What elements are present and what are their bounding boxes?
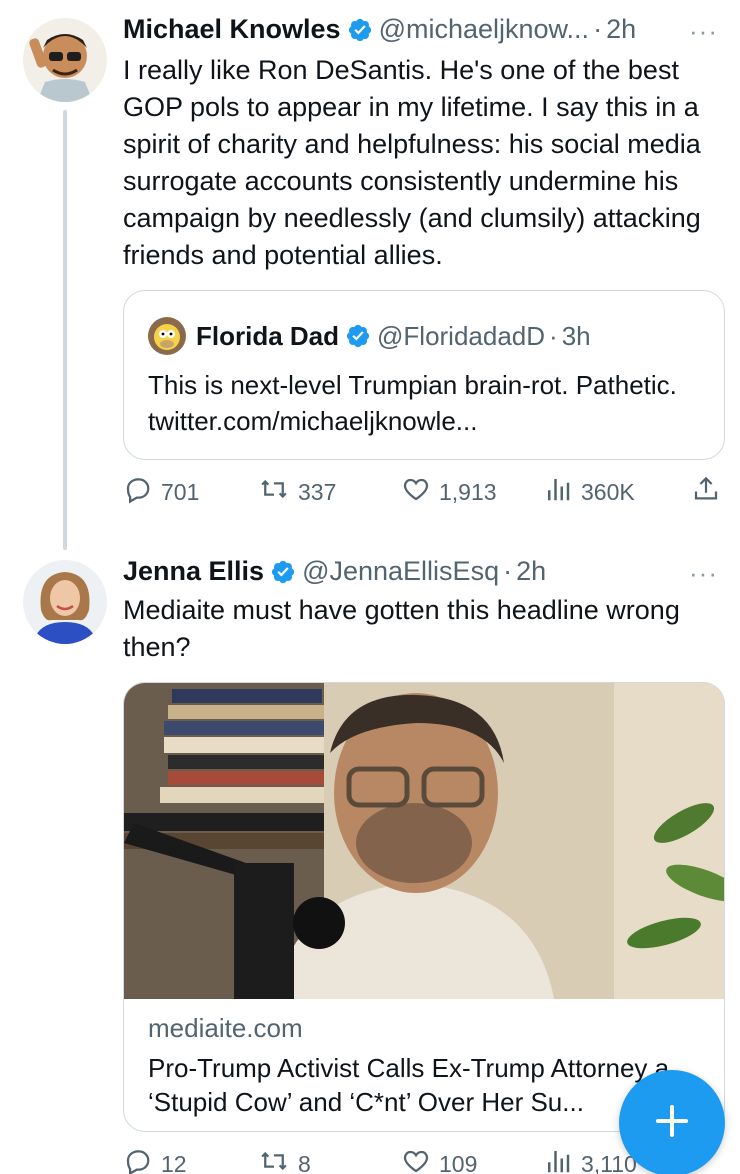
link-card[interactable]: mediaite.com Pro-Trump Activist Calls Ex…	[123, 682, 725, 1132]
reply-count: 12	[161, 1150, 187, 1174]
retweet-icon	[258, 1146, 298, 1174]
tweet-text: I really like Ron DeSantis. He's one of …	[123, 55, 701, 270]
heart-icon	[401, 474, 439, 510]
retweet-count: 8	[298, 1150, 311, 1174]
verified-badge-icon	[347, 17, 373, 43]
tweet-actions: 701 337 1,913 360K	[123, 472, 723, 512]
tweet-header: Michael Knowles @michaeljknow... · 2h	[123, 14, 636, 45]
link-card-domain: mediaite.com	[148, 1013, 303, 1043]
tweet-jenna-ellis[interactable]: Jenna Ellis @JennaEllisEsq · 2h ··· Medi…	[0, 546, 740, 1174]
like-count: 109	[439, 1150, 478, 1174]
reply-button[interactable]: 12	[123, 1144, 187, 1174]
views-button[interactable]: 360K	[543, 472, 635, 512]
like-count: 1,913	[439, 478, 497, 505]
quoted-tweet[interactable]: Florida Dad @FloridadadD · 3h This is ne…	[123, 290, 725, 460]
author-handle[interactable]: @JennaEllisEsq	[302, 556, 499, 587]
retweet-button[interactable]: 337	[258, 472, 336, 512]
tweet-header: Jenna Ellis @JennaEllisEsq · 2h	[123, 556, 546, 587]
verified-badge-icon	[345, 323, 371, 349]
author-handle[interactable]: @michaeljknow...	[379, 14, 590, 45]
author-name[interactable]: Michael Knowles	[123, 14, 341, 45]
author-name[interactable]: Jenna Ellis	[123, 556, 264, 587]
more-options-icon[interactable]: ···	[689, 16, 718, 47]
link-card-image	[124, 683, 724, 999]
tweet-text: Mediaite must have gotten this headline …	[123, 595, 680, 662]
reply-button[interactable]: 701	[123, 472, 199, 512]
quoted-tweet-text: This is next-level Trumpian brain-rot. P…	[148, 370, 677, 436]
reply-count: 701	[161, 478, 200, 505]
plus-icon	[652, 1101, 692, 1146]
views-button[interactable]: 3,110	[543, 1144, 637, 1174]
like-button[interactable]: 1,913	[401, 472, 497, 512]
quoted-tweet-header: Florida Dad @FloridadadD · 3h	[148, 317, 591, 355]
share-button[interactable]	[691, 472, 729, 512]
views-count: 360K	[581, 478, 635, 505]
views-chart-icon	[543, 474, 581, 510]
verified-badge-icon	[270, 559, 296, 585]
quoted-author-handle[interactable]: @FloridadadD	[377, 321, 545, 352]
share-icon	[691, 474, 729, 510]
heart-icon	[401, 1146, 439, 1174]
avatar[interactable]	[23, 18, 107, 102]
tweet-timestamp[interactable]: 2h	[606, 14, 636, 45]
tweet-timestamp[interactable]: 2h	[516, 556, 546, 587]
compose-tweet-button[interactable]	[619, 1070, 725, 1174]
more-options-icon[interactable]: ···	[689, 558, 718, 589]
reply-icon	[123, 1146, 161, 1174]
quoted-author-name[interactable]: Florida Dad	[196, 321, 339, 352]
avatar[interactable]	[23, 560, 107, 644]
quoted-avatar	[148, 317, 186, 355]
separator-dot: ·	[503, 556, 513, 586]
like-button[interactable]: 109	[401, 1144, 477, 1174]
separator-dot: ·	[593, 14, 603, 44]
tweet-michael-knowles[interactable]: Michael Knowles @michaeljknow... · 2h ··…	[0, 0, 740, 540]
retweet-icon	[258, 474, 298, 510]
retweet-count: 337	[298, 478, 337, 505]
reply-icon	[123, 474, 161, 510]
quoted-timestamp[interactable]: 3h	[562, 321, 591, 352]
views-chart-icon	[543, 1146, 581, 1174]
separator-dot: ·	[549, 320, 558, 351]
retweet-button[interactable]: 8	[258, 1144, 311, 1174]
